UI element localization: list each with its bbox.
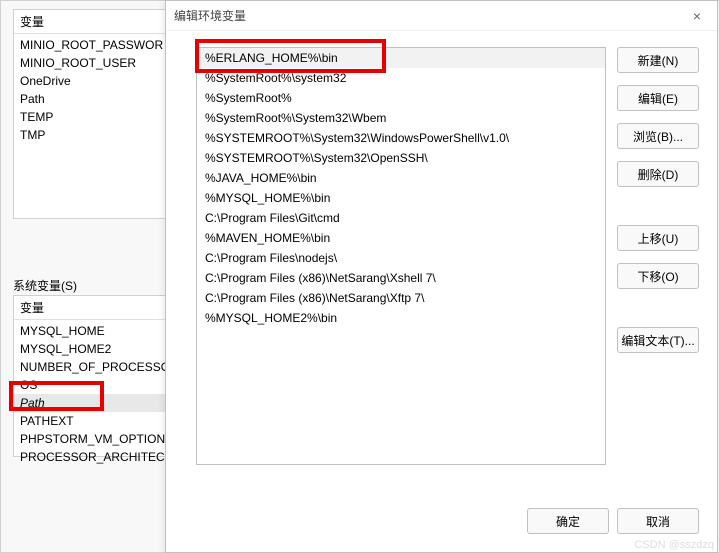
delete-button[interactable]: 删除(D) [617,161,699,187]
path-entry-row[interactable]: %ERLANG_HOME%\bin [197,48,605,68]
path-entry-row[interactable]: C:\Program Files\nodejs\ [197,248,605,268]
edit-text-button[interactable]: 编辑文本(T)... [617,327,699,353]
new-button[interactable]: 新建(N) [617,47,699,73]
dialog-titlebar: 编辑环境变量 × [166,1,717,31]
dialog-side-buttons: 新建(N) 编辑(E) 浏览(B)... 删除(D) 上移(U) 下移(O) 编… [617,47,699,365]
browse-button[interactable]: 浏览(B)... [617,123,699,149]
path-entry-row[interactable]: %SystemRoot%\System32\Wbem [197,108,605,128]
path-entry-row[interactable]: %SystemRoot% [197,88,605,108]
system-vars-section-label: 系统变量(S) [13,277,77,294]
dialog-footer: 确定 取消 [166,502,717,552]
path-entry-row[interactable]: %MYSQL_HOME%\bin [197,188,605,208]
cancel-button[interactable]: 取消 [617,508,699,534]
edit-env-variable-dialog: 编辑环境变量 × %ERLANG_HOME%\bin %SystemRoot%\… [165,0,718,553]
path-entry-row[interactable]: C:\Program Files\Git\cmd [197,208,605,228]
path-entry-row[interactable]: %MAVEN_HOME%\bin [197,228,605,248]
path-entry-row[interactable]: %SystemRoot%\system32 [197,68,605,88]
move-down-button[interactable]: 下移(O) [617,263,699,289]
path-entry-row[interactable]: %SYSTEMROOT%\System32\WindowsPowerShell\… [197,128,605,148]
edit-button[interactable]: 编辑(E) [617,85,699,111]
close-icon[interactable]: × [685,4,709,28]
path-entry-row[interactable]: %SYSTEMROOT%\System32\OpenSSH\ [197,148,605,168]
path-entry-row[interactable]: C:\Program Files (x86)\NetSarang\Xshell … [197,268,605,288]
ok-button[interactable]: 确定 [527,508,609,534]
path-entry-row[interactable]: %JAVA_HOME%\bin [197,168,605,188]
path-entry-row[interactable]: %MYSQL_HOME2%\bin [197,308,605,328]
dialog-title: 编辑环境变量 [174,7,685,24]
path-entry-row[interactable]: C:\Program Files (x86)\NetSarang\Xftp 7\ [197,288,605,308]
path-entries-listbox[interactable]: %ERLANG_HOME%\bin %SystemRoot%\system32 … [196,47,606,465]
move-up-button[interactable]: 上移(U) [617,225,699,251]
